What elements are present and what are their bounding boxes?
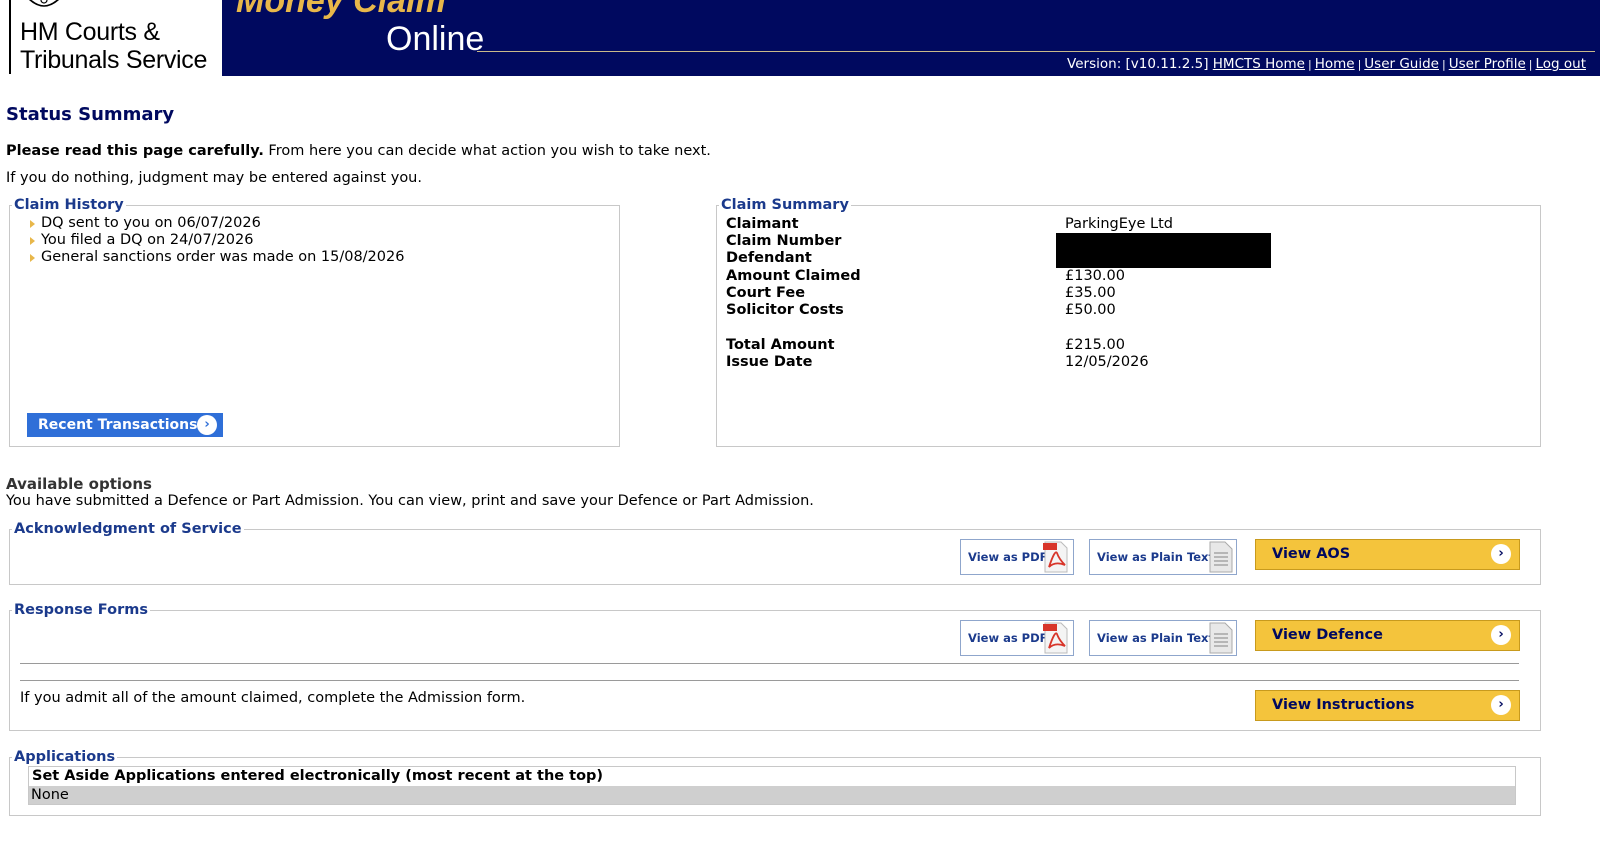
chevron-right-icon: › (197, 415, 217, 435)
link-hmcts-home[interactable]: HMCTS Home (1213, 56, 1305, 72)
aos-view-plain-text-button[interactable]: View as Plain Text (1089, 539, 1237, 575)
history-item: You filed a DQ on 24/07/2026 (30, 232, 404, 249)
claim-summary-panel: Claim Summary Claimant ParkingEye Ltd Cla… (716, 196, 1541, 447)
history-item-text: You filed a DQ on 24/07/2026 (41, 232, 254, 248)
aos-panel: Acknowledgment of Service View as PDF Vi… (9, 520, 1541, 585)
view-plain-text-label: View as Plain Text (1097, 550, 1214, 564)
intro-bold: Please read this page carefully. (6, 143, 264, 159)
banner-divider (477, 51, 1595, 52)
top-nav: Version: [v10.11.2.5] HMCTS Home | Home | Us… (1067, 56, 1586, 72)
response-view-pdf-button[interactable]: View as PDF (960, 620, 1074, 656)
history-item: DQ sent to you on 06/07/2026 (30, 215, 404, 232)
logo-text-line2: Tribunals Service (20, 46, 208, 74)
chevron-right-icon: › (1491, 695, 1511, 715)
link-user-guide[interactable]: User Guide (1364, 56, 1439, 72)
view-aos-label: View AOS (1272, 546, 1351, 562)
view-defence-label: View Defence (1272, 627, 1383, 643)
text-file-icon (1209, 622, 1233, 654)
claim-history-legend: Claim History (12, 196, 126, 214)
admission-instructions-text: If you admit all of the amount claimed, … (20, 690, 526, 706)
recent-transactions-label: Recent Transactions (38, 417, 198, 433)
summary-label: Court Fee (726, 285, 806, 301)
summary-label: Solicitor Costs (726, 302, 844, 318)
hmcts-logo: HM Courts & Tribunals Service (0, 0, 222, 76)
logo-text-line1: HM Courts & (20, 18, 160, 46)
applications-table-header: Set Aside Applications entered electroni… (29, 767, 1515, 786)
view-plain-text-label: View as Plain Text (1097, 631, 1214, 645)
aos-view-pdf-button[interactable]: View as PDF (960, 539, 1074, 575)
history-item: General sanctions order was made on 15/0… (30, 249, 404, 266)
history-item-text: General sanctions order was made on 15/0… (41, 249, 405, 265)
summary-label: Total Amount (726, 337, 835, 353)
app-name-money-claim: Money Claim (236, 0, 446, 20)
table-row: None (29, 786, 1515, 804)
summary-value: £35.00 (1065, 285, 1116, 301)
nav-separator: | (1442, 58, 1446, 71)
app-banner: Money Claim Online Version: [v10.11.2.5]… (222, 0, 1600, 76)
summary-value: £50.00 (1065, 302, 1116, 318)
intro-text: Please read this page carefully. From he… (6, 143, 711, 159)
divider (20, 680, 1519, 681)
chevron-right-icon: › (1491, 625, 1511, 645)
chevron-right-icon: › (1491, 544, 1511, 564)
summary-label: Claim Number (726, 233, 842, 249)
pdf-file-icon (1043, 541, 1068, 573)
view-pdf-label: View as PDF (968, 550, 1048, 564)
summary-label: Claimant (726, 216, 799, 232)
summary-label: Defendant (726, 250, 812, 266)
history-item-text: DQ sent to you on 06/07/2026 (41, 215, 261, 231)
view-aos-button[interactable]: View AOS › (1255, 539, 1520, 570)
view-pdf-label: View as PDF (968, 631, 1048, 645)
available-options-title: Available options (6, 475, 152, 493)
summary-value: 12/05/2026 (1065, 354, 1149, 370)
summary-value: ParkingEye Ltd (1065, 216, 1173, 232)
nav-separator: | (1357, 58, 1362, 71)
pdf-file-icon (1043, 622, 1068, 654)
summary-value: £130.00 (1065, 268, 1125, 284)
link-user-profile[interactable]: User Profile (1449, 56, 1526, 72)
text-file-icon (1209, 541, 1233, 573)
app-name-online: Online (386, 20, 485, 58)
version-label: Version: [v10.11.2.5] (1067, 56, 1209, 72)
aos-legend: Acknowledgment of Service (12, 520, 244, 538)
page-title: Status Summary (6, 104, 175, 125)
claim-history-panel: Claim History DQ sent to you on 06/07/20… (9, 196, 620, 447)
summary-label: Amount Claimed (726, 268, 861, 284)
divider (20, 663, 1519, 664)
judgment-warning: If you do nothing, judgment may be enter… (6, 170, 422, 186)
recent-transactions-button[interactable]: Recent Transactions › (27, 413, 223, 437)
applications-legend: Applications (12, 748, 118, 766)
summary-label: Issue Date (726, 354, 813, 370)
bullet-arrow-icon (30, 254, 35, 262)
available-options-text: You have submitted a Defence or Part Adm… (6, 493, 814, 509)
view-instructions-label: View Instructions (1272, 697, 1415, 713)
royal-crest-icon (29, 0, 59, 7)
response-view-plain-text-button[interactable]: View as Plain Text (1089, 620, 1237, 656)
nav-separator: | (1307, 58, 1312, 71)
site-header: HM Courts & Tribunals Service Money Clai… (0, 0, 1600, 76)
claim-history-list: DQ sent to you on 06/07/2026 You filed a… (30, 215, 404, 266)
redacted-block (1056, 233, 1271, 268)
view-defence-button[interactable]: View Defence › (1255, 620, 1520, 651)
summary-value: £215.00 (1065, 337, 1125, 353)
view-instructions-button[interactable]: View Instructions › (1255, 690, 1520, 721)
applications-panel: Applications Set Aside Applications ente… (9, 748, 1541, 816)
link-log-out[interactable]: Log out (1535, 56, 1586, 72)
bullet-arrow-icon (30, 220, 35, 228)
response-forms-panel: Response Forms View as PDF View as Plain… (9, 601, 1541, 731)
link-home[interactable]: Home (1315, 56, 1355, 72)
bullet-arrow-icon (30, 237, 35, 245)
applications-table: Set Aside Applications entered electroni… (28, 766, 1516, 805)
nav-separator: | (1528, 58, 1533, 71)
claim-summary-legend: Claim Summary (719, 196, 851, 214)
logo-divider (9, 0, 11, 74)
intro-rest: From here you can decide what action you… (263, 143, 711, 159)
response-forms-legend: Response Forms (12, 601, 150, 619)
